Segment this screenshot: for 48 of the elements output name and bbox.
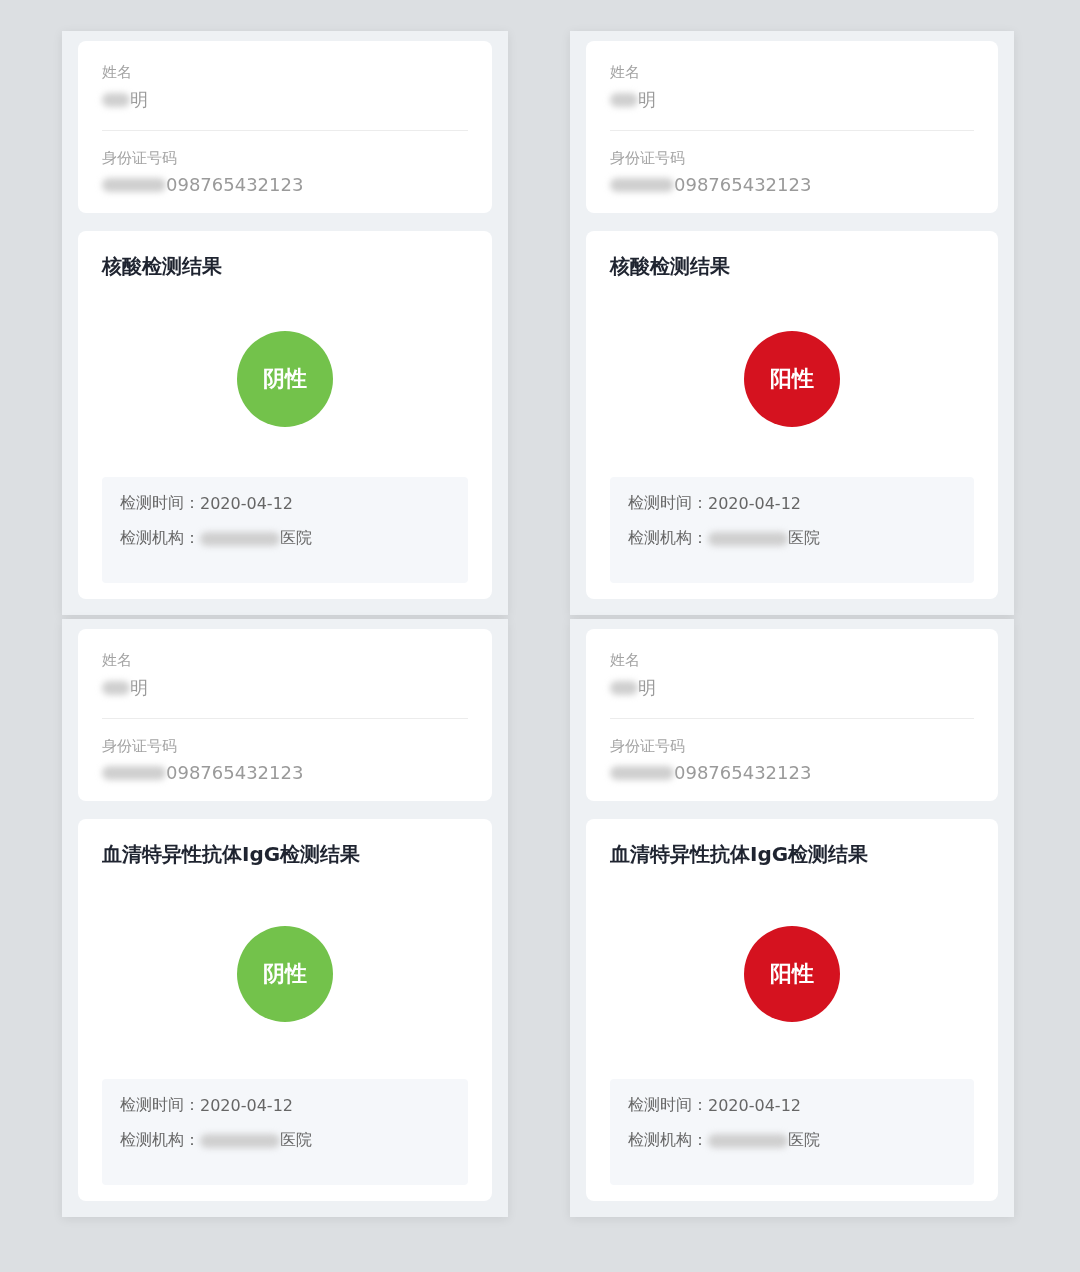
detail-value: 2020-04-12 xyxy=(708,494,801,513)
field-value: 明 xyxy=(130,88,148,112)
result-badge: 阴性 xyxy=(237,925,333,1022)
detail-value: 2020-04-12 xyxy=(200,494,293,513)
result-badge: 阳性 xyxy=(744,925,840,1022)
blurred-text-drawing xyxy=(102,93,130,107)
detail-value: 2020-04-12 xyxy=(708,1096,801,1115)
blurred-text-drawing xyxy=(102,681,130,695)
field-value: 明 xyxy=(638,88,656,112)
result-title: 核酸检测结果 xyxy=(610,253,731,280)
field-label: 身份证号码 xyxy=(102,737,178,756)
detail-value: 医院 xyxy=(280,1130,312,1151)
detail-value: 2020-04-12 xyxy=(200,1096,293,1115)
blurred-text-drawing xyxy=(610,765,674,780)
blurred-text-drawing xyxy=(102,177,166,192)
field-value: 明 xyxy=(638,676,656,700)
blurred-text-drawing xyxy=(102,765,166,780)
field-value: 098765432123 xyxy=(166,174,304,195)
detail-value: 医院 xyxy=(280,528,312,549)
detail-label: 检测机构： xyxy=(120,1130,200,1151)
field-label: 身份证号码 xyxy=(102,149,178,168)
detail-label: 检测机构： xyxy=(628,1130,708,1151)
result-title: 血清特异性抗体IgG检测结果 xyxy=(102,841,362,868)
detail-label: 检测机构： xyxy=(628,528,708,549)
field-label: 姓名 xyxy=(610,63,641,82)
result-title: 核酸检测结果 xyxy=(102,253,223,280)
blurred-text-drawing xyxy=(610,681,638,695)
detail-label: 检测时间： xyxy=(120,1095,200,1116)
field-value: 098765432123 xyxy=(674,174,812,195)
detail-label: 检测机构： xyxy=(120,528,200,549)
field-value: 098765432123 xyxy=(166,762,304,783)
detail-label: 检测时间： xyxy=(120,493,200,514)
blurred-text-drawing xyxy=(610,93,638,107)
detail-value: 医院 xyxy=(788,1130,820,1151)
field-label: 姓名 xyxy=(102,63,133,82)
field-label: 身份证号码 xyxy=(610,149,686,168)
detail-label: 检测时间： xyxy=(628,1095,708,1116)
detail-value: 医院 xyxy=(788,528,820,549)
field-label: 姓名 xyxy=(610,651,641,670)
field-value: 明 xyxy=(130,676,148,700)
result-badge: 阴性 xyxy=(237,330,333,427)
detail-label: 检测时间： xyxy=(628,493,708,514)
field-label: 身份证号码 xyxy=(610,737,686,756)
result-title: 血清特异性抗体IgG检测结果 xyxy=(610,841,870,868)
blurred-text-drawing xyxy=(610,177,674,192)
field-label: 姓名 xyxy=(102,651,133,670)
result-badge: 阳性 xyxy=(744,330,840,427)
field-value: 098765432123 xyxy=(674,762,812,783)
